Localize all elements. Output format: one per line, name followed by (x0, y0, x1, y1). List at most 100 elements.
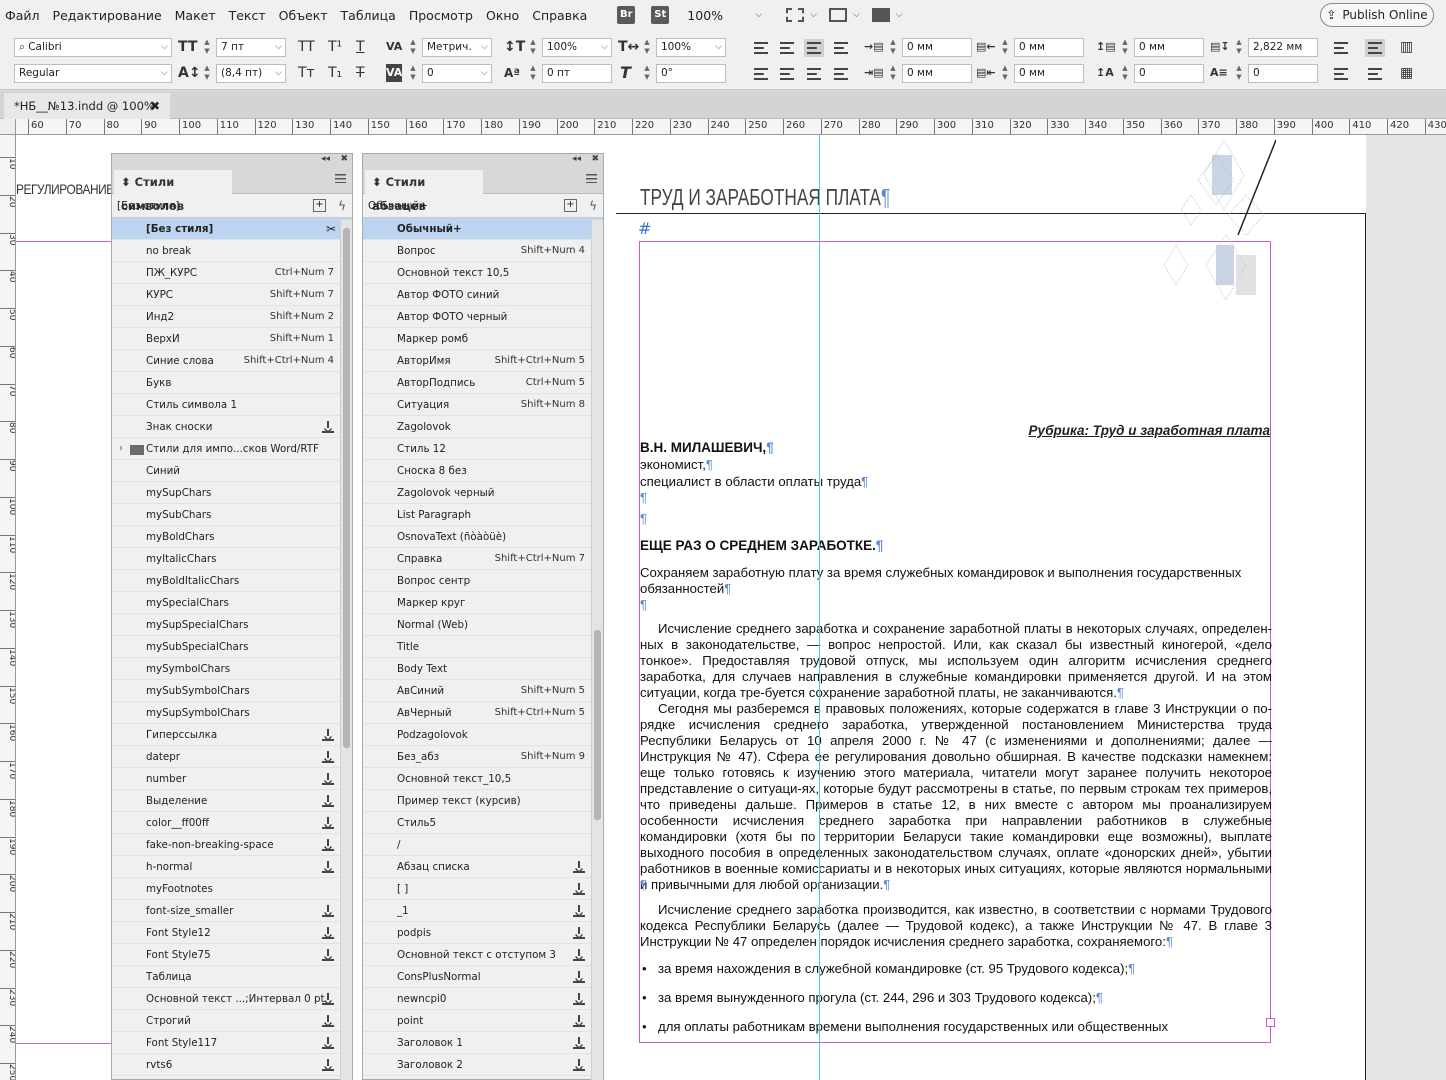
strikethrough-icon[interactable]: T (356, 64, 365, 82)
character-style-item[interactable]: Font Style12 (112, 922, 352, 944)
align-baseline-icon[interactable] (1368, 68, 1382, 80)
close-icon[interactable]: ✖ (591, 154, 599, 164)
paragraph-style-item[interactable]: Основной текст_10,5 (363, 768, 603, 790)
paragraph-style-item[interactable]: Обычный+ (363, 218, 603, 240)
paragraph-style-item[interactable]: Заголовок 2 (363, 1054, 603, 1076)
panel-menu-icon[interactable] (586, 174, 597, 183)
paragraph-style-item[interactable]: newncpi0 (363, 988, 603, 1010)
menu-table[interactable]: Таблица (336, 8, 404, 23)
zoom-dropdown-icon[interactable]: ⌵ (755, 10, 762, 20)
character-style-item[interactable]: mySubSymbolChars (112, 680, 352, 702)
skew-stepper[interactable]: ▲ ▼ (642, 64, 652, 83)
character-style-item[interactable]: mySupChars (112, 482, 352, 504)
paragraph-style-item[interactable]: List Paragraph (363, 504, 603, 526)
leading-field[interactable]: (8,4 пт) ⌵ (216, 64, 286, 83)
character-style-item[interactable]: no break (112, 240, 352, 262)
view-options-icon[interactable] (786, 8, 805, 22)
justify-right-icon[interactable] (780, 68, 794, 80)
character-style-item[interactable]: color__ff00ff (112, 812, 352, 834)
character-style-item[interactable]: [Без стиля] ✂ (112, 218, 352, 240)
paragraph-style-item[interactable]: Основной текст 10,5 (363, 262, 603, 284)
left-indent-field[interactable]: 0 мм (902, 38, 972, 57)
character-style-item[interactable]: myBoldItalicChars (112, 570, 352, 592)
paragraph-style-item[interactable]: Пример текст (курсив) (363, 790, 603, 812)
drop-cap-chars-stepper[interactable]: ▲ ▼ (1234, 64, 1244, 83)
new-style-group-icon[interactable]: + (313, 199, 326, 212)
chevron-down-icon[interactable]: ⌵ (275, 39, 282, 56)
chevron-down-icon[interactable]: ⌵ (601, 39, 608, 56)
horizontal-scale-field[interactable]: 100% ⌵ (656, 38, 726, 57)
scroll-thumb[interactable] (343, 228, 350, 748)
menu-file[interactable]: Файл (0, 8, 48, 23)
align-right-icon[interactable] (834, 42, 848, 54)
right-indent-field[interactable]: 0 мм (1014, 38, 1084, 57)
superscript-icon[interactable]: T¹ (328, 38, 342, 56)
justify-left-icon[interactable] (804, 39, 824, 57)
character-style-item[interactable]: Знак сноски (112, 416, 352, 438)
character-style-item[interactable]: Выделение (112, 790, 352, 812)
menu-type[interactable]: Текст (224, 8, 274, 23)
character-style-item[interactable]: datepr (112, 746, 352, 768)
character-style-item[interactable]: fake-non-breaking-space (112, 834, 352, 856)
character-style-item[interactable]: mySubSpecialChars (112, 636, 352, 658)
span-columns-icon[interactable]: ▦ (1400, 64, 1413, 82)
paragraph-style-item[interactable]: Сноска 8 без (363, 460, 603, 482)
menu-object[interactable]: Объект (274, 8, 336, 23)
font-size-field[interactable]: 7 пт ⌵ (216, 38, 286, 57)
character-style-item[interactable]: mySpecialChars (112, 592, 352, 614)
collapse-icon[interactable]: ◂◂ (321, 154, 330, 164)
paragraph-style-item[interactable]: Ситуация Shift+Num 8 (363, 394, 603, 416)
paragraph-style-item[interactable]: Zagolovok черный (363, 482, 603, 504)
last-line-indent-stepper[interactable]: ▲ ▼ (1000, 64, 1010, 83)
space-after-field[interactable]: 2,822 мм (1248, 38, 1318, 57)
first-line-indent-stepper[interactable]: ▲ ▼ (888, 64, 898, 83)
character-style-item[interactable]: › Стили для импо...сков Word/RTF (112, 438, 352, 460)
paragraph-style-item[interactable]: Маркер ромб (363, 328, 603, 350)
menu-layout[interactable]: Макет (170, 8, 224, 23)
justify-center-icon[interactable] (754, 68, 768, 80)
character-style-item[interactable]: rvts6 (112, 1054, 352, 1076)
vertical-scale-stepper[interactable]: ▲ ▼ (528, 38, 538, 57)
character-style-item[interactable]: ВерхИ Shift+Num 1 (112, 328, 352, 350)
panel-menu-icon[interactable] (335, 174, 346, 183)
tracking-stepper[interactable]: ▲ ▼ (408, 64, 418, 83)
character-style-item[interactable]: Синий (112, 460, 352, 482)
character-style-item[interactable]: myItalicChars (112, 548, 352, 570)
drop-cap-lines-stepper[interactable]: ▲ ▼ (1120, 64, 1130, 83)
all-caps-icon[interactable]: TT (298, 38, 315, 56)
tab-paragraph-styles[interactable]: ⬍ Стили абзацев (365, 170, 483, 213)
paragraph-style-item[interactable]: АвторПодпись Ctrl+Num 5 (363, 372, 603, 394)
character-style-item[interactable]: Font Style117 (112, 1032, 352, 1054)
chevron-down-icon[interactable]: ⌵ (481, 65, 488, 82)
tracking-field[interactable]: 0 ⌵ (422, 64, 492, 83)
numbered-list-icon[interactable] (1334, 68, 1348, 80)
chevron-right-icon[interactable]: › (119, 438, 123, 460)
leading-stepper[interactable]: ▲ ▼ (202, 64, 212, 83)
small-caps-icon[interactable]: Tт (298, 64, 315, 82)
menu-edit[interactable]: Редактирование (48, 8, 170, 23)
menu-window[interactable]: Окно (481, 8, 527, 23)
do-not-align-baseline-icon[interactable] (1365, 39, 1385, 57)
justify-all-icon[interactable] (807, 68, 821, 80)
close-icon[interactable]: ✖ (340, 154, 348, 164)
paragraph-style-item[interactable]: Заголовок 1 (363, 1032, 603, 1054)
paragraph-style-item[interactable]: Body Text (363, 658, 603, 680)
paragraph-style-item[interactable]: Автор ФОТО синий (363, 284, 603, 306)
paragraph-style-item[interactable]: Podzagolovok (363, 724, 603, 746)
chevron-down-icon[interactable]: ⌵ (810, 10, 817, 20)
character-style-item[interactable]: КУРС Shift+Num 7 (112, 284, 352, 306)
paragraph-style-item[interactable]: Normal (Web) (363, 614, 603, 636)
horizontal-ruler[interactable]: 60 70 80 90 100 110 120 130 140 150 160 170 180 190 20… (16, 119, 1446, 135)
drop-cap-chars-field[interactable]: 0 (1248, 64, 1318, 83)
paragraph-style-item[interactable]: [ ] (363, 878, 603, 900)
close-icon[interactable]: ✖ (150, 93, 160, 119)
character-style-item[interactable]: Синие слова Shift+Ctrl+Num 4 (112, 350, 352, 372)
clear-overrides-icon[interactable]: ✂ (326, 218, 336, 240)
scrollbar[interactable] (340, 220, 352, 1080)
first-line-indent-field[interactable]: 0 мм (902, 64, 972, 83)
document-tab[interactable]: *НБ__№13.indd @ 100% ✖ (4, 93, 170, 119)
character-style-item[interactable]: Font Style75 (112, 944, 352, 966)
character-style-item[interactable]: mySupSymbolChars (112, 702, 352, 724)
new-style-group-icon[interactable]: + (564, 199, 577, 212)
character-style-item[interactable]: Строгий (112, 1010, 352, 1032)
